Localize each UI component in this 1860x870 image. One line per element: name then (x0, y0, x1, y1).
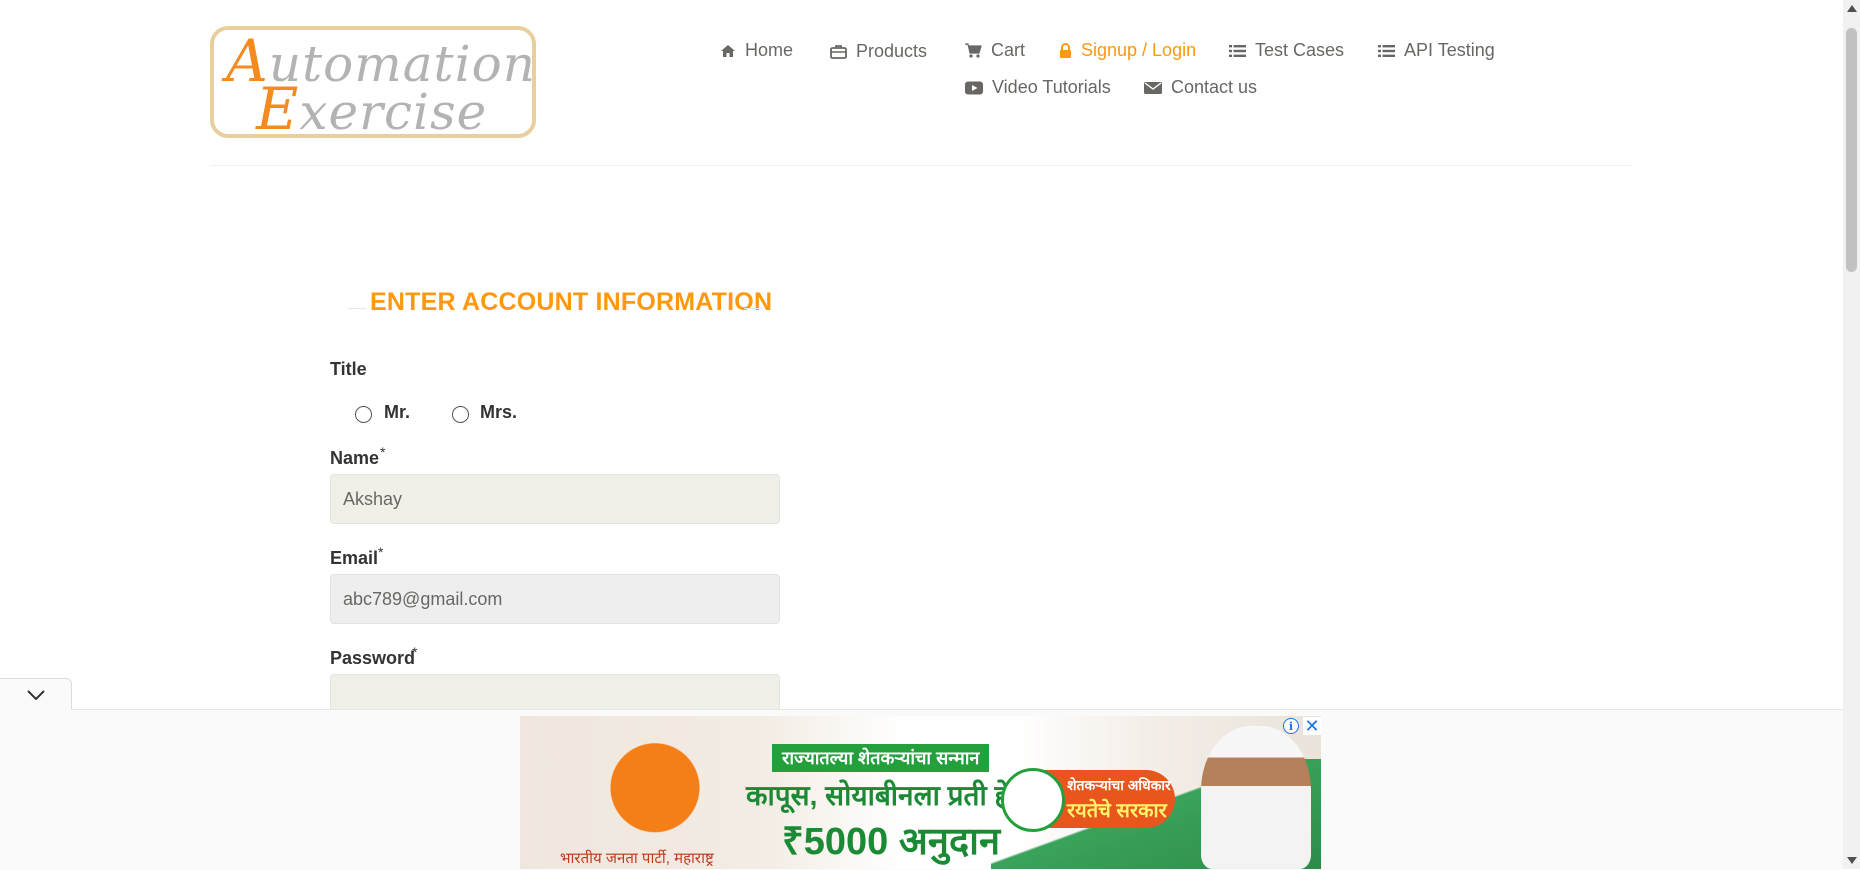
scroll-thumb[interactable] (1846, 28, 1857, 272)
nav-test-cases-label: Test Cases (1255, 40, 1345, 60)
nav-cart-label: Cart (991, 40, 1026, 60)
ad-badge-line-1: शेतकऱ्यांचा अधिकार (1067, 777, 1171, 793)
ad-leaders-image (560, 736, 750, 851)
site-logo[interactable]: Automation Exercise (210, 26, 536, 138)
ad-banner[interactable]: राज्यातल्या शेतकऱ्यांचा सन्मान कापूस, सो… (520, 716, 1321, 869)
cart-icon (965, 43, 982, 58)
ad-collapse-toggle[interactable] (0, 678, 72, 710)
nav-test-cases[interactable]: Test Cases (1229, 40, 1344, 61)
required-marker: * (378, 544, 384, 560)
logo-line-2: Exercise (256, 75, 488, 143)
list-icon (1378, 44, 1395, 57)
ad-headline-3: ₹5000 अनुदान (782, 821, 1001, 863)
nav-cart[interactable]: Cart (965, 40, 1025, 61)
password-label: Password (330, 648, 416, 668)
page-scrollbar[interactable] (1843, 0, 1860, 869)
required-marker: * (412, 644, 418, 660)
header-divider (210, 165, 1632, 166)
nav-products-label: Products (856, 41, 928, 61)
nav-home[interactable]: Home (720, 40, 793, 61)
email-label: Email (330, 548, 379, 568)
chevron-down-icon (26, 689, 45, 700)
nav-products[interactable]: Products (830, 41, 927, 62)
email-input[interactable] (330, 574, 780, 624)
nav-video-tutorials[interactable]: Video Tutorials (965, 77, 1111, 98)
radio-mrs-label[interactable]: Mrs. (480, 402, 517, 423)
nav-signup-login[interactable]: Signup / Login (1059, 40, 1196, 61)
briefcase-icon (830, 45, 847, 59)
radio-mr-label[interactable]: Mr. (384, 402, 410, 423)
form-heading: ENTER ACCOUNT INFORMATION (370, 288, 773, 316)
title-label: Title (330, 359, 367, 379)
ad-badge-line-2: रयतेचे सरकार (1067, 800, 1167, 822)
ad-headline-1: राज्यातल्या शेतकऱ्यांचा सन्मान (772, 744, 990, 772)
ad-footer-text: भारतीय जनता पार्टी, महाराष्ट्र (560, 850, 714, 867)
envelope-icon (1144, 81, 1162, 94)
scroll-down-arrow-icon[interactable] (1847, 857, 1857, 864)
nav-api-testing-label: API Testing (1404, 40, 1495, 60)
heading-rule-right (744, 308, 762, 309)
ad-info-icon[interactable]: i (1283, 718, 1299, 734)
nav-signup-login-label: Signup / Login (1081, 40, 1197, 60)
nav-api-testing[interactable]: API Testing (1378, 40, 1495, 61)
heading-rule-left (348, 308, 366, 309)
youtube-play-icon (965, 81, 983, 94)
lock-icon (1060, 43, 1071, 58)
nav-video-tutorials-label: Video Tutorials (992, 77, 1111, 97)
ad-badge: शेतकऱ्यांचा अधिकार रयतेचे सरकार (1001, 768, 1175, 832)
ad-close-icon[interactable]: ✕ (1303, 717, 1321, 735)
nav-contact-us[interactable]: Contact us (1144, 77, 1257, 98)
list-icon (1229, 44, 1246, 57)
radio-mrs[interactable] (452, 406, 469, 423)
radio-mr[interactable] (355, 406, 372, 423)
name-label: Name (330, 448, 380, 468)
required-marker: * (380, 444, 386, 460)
name-input[interactable] (330, 474, 780, 524)
scroll-up-arrow-icon[interactable] (1847, 5, 1857, 12)
nav-contact-us-label: Contact us (1171, 77, 1258, 97)
lotus-emblem-icon (1001, 768, 1065, 832)
nav-home-label: Home (745, 40, 794, 60)
home-icon (721, 44, 735, 57)
ad-farmer-image (1201, 726, 1311, 869)
